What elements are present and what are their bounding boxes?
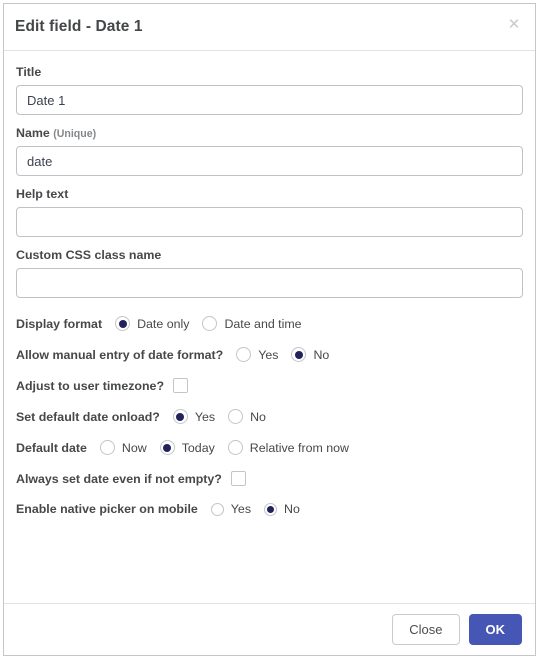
default-date-label: Default date	[16, 440, 87, 455]
radio-icon	[172, 409, 188, 424]
choice-label: Yes	[194, 409, 216, 424]
row-adjust-timezone: Adjust to user timezone?	[16, 371, 523, 400]
radio-default-date-relative[interactable]: Relative from now	[227, 440, 349, 455]
always-set-date-checkbox[interactable]	[230, 471, 246, 486]
radio-icon	[99, 440, 115, 455]
radio-icon	[210, 502, 224, 516]
page-title: Edit field - Date 1	[15, 18, 143, 35]
native-picker-label: Enable native picker on mobile	[16, 502, 198, 516]
choice-label: Yes	[258, 347, 279, 362]
choice-label: Today	[181, 440, 215, 455]
row-display-format: Display format Date only Date and time	[16, 309, 523, 338]
radio-display-format-date-only[interactable]: Date only	[115, 316, 189, 331]
display-format-label: Display format	[16, 316, 103, 331]
help-text-input[interactable]	[16, 207, 523, 237]
radio-icon	[264, 502, 278, 516]
field-group-title: Title	[16, 65, 523, 115]
radio-allow-manual-entry-yes[interactable]: Yes	[236, 347, 278, 362]
radio-icon	[202, 316, 218, 331]
close-icon[interactable]: ✕	[505, 15, 523, 33]
name-label-suffix: (Unique)	[53, 128, 97, 140]
adjust-timezone-checkbox[interactable]	[173, 378, 189, 393]
allow-manual-entry-label: Allow manual entry of date format?	[16, 347, 224, 362]
choice-label: No	[284, 502, 300, 516]
choice-label: Yes	[230, 502, 252, 516]
row-default-date: Default date Now Today Relative from now	[16, 433, 523, 462]
radio-icon	[291, 347, 307, 362]
radio-allow-manual-entry-no[interactable]: No	[291, 347, 329, 362]
radio-set-default-onload-yes[interactable]: Yes	[172, 409, 216, 424]
always-set-date-label: Always set date even if not empty?	[16, 471, 222, 486]
radio-native-picker-no[interactable]: No	[264, 502, 300, 516]
radio-icon	[227, 440, 243, 455]
radio-set-default-onload-no[interactable]: No	[228, 409, 266, 424]
help-text-label: Help text	[16, 187, 69, 201]
edit-field-dialog: Edit field - Date 1 ✕ Title Name (Unique…	[3, 3, 536, 656]
radio-icon	[115, 316, 131, 331]
choice-label: Relative from now	[249, 440, 349, 455]
row-set-default-onload: Set default date onload? Yes No	[16, 402, 523, 431]
title-label: Title	[16, 65, 42, 79]
radio-display-format-date-and-time[interactable]: Date and time	[202, 316, 302, 331]
choice-label: Date only	[137, 316, 190, 331]
custom-css-label: Custom CSS class name	[16, 248, 162, 262]
field-group-custom-css: Custom CSS class name	[16, 248, 523, 298]
title-input[interactable]	[16, 85, 523, 115]
ok-button[interactable]: OK	[468, 614, 522, 645]
field-group-help-text: Help text	[16, 187, 523, 237]
row-always-set-date: Always set date even if not empty?	[16, 464, 523, 493]
dialog-header: Edit field - Date 1 ✕	[4, 4, 535, 51]
radio-icon	[228, 409, 244, 424]
choice-label: Date and time	[224, 316, 302, 331]
set-default-onload-label: Set default date onload?	[16, 409, 160, 424]
radio-native-picker-yes[interactable]: Yes	[210, 502, 252, 516]
field-group-name: Name (Unique)	[16, 126, 523, 176]
radio-default-date-today[interactable]: Today	[159, 440, 215, 455]
radio-icon	[236, 347, 252, 362]
choice-label: No	[313, 347, 330, 362]
choice-label: No	[250, 409, 266, 424]
close-button[interactable]: Close	[392, 614, 460, 645]
dialog-body: Title Name (Unique) Help text Custom CSS…	[4, 51, 535, 603]
custom-css-input[interactable]	[16, 268, 523, 298]
adjust-timezone-label: Adjust to user timezone?	[16, 378, 165, 393]
radio-icon	[159, 440, 175, 455]
radio-default-date-now[interactable]: Now	[99, 440, 147, 455]
name-input[interactable]	[16, 146, 523, 176]
name-label: Name (Unique)	[16, 126, 523, 140]
row-native-picker: Enable native picker on mobile Yes No	[16, 495, 523, 523]
row-allow-manual-entry: Allow manual entry of date format? Yes N…	[16, 340, 523, 369]
choice-label: Now	[121, 440, 147, 455]
name-label-text: Name	[16, 126, 50, 140]
dialog-footer: Close OK	[4, 603, 535, 655]
